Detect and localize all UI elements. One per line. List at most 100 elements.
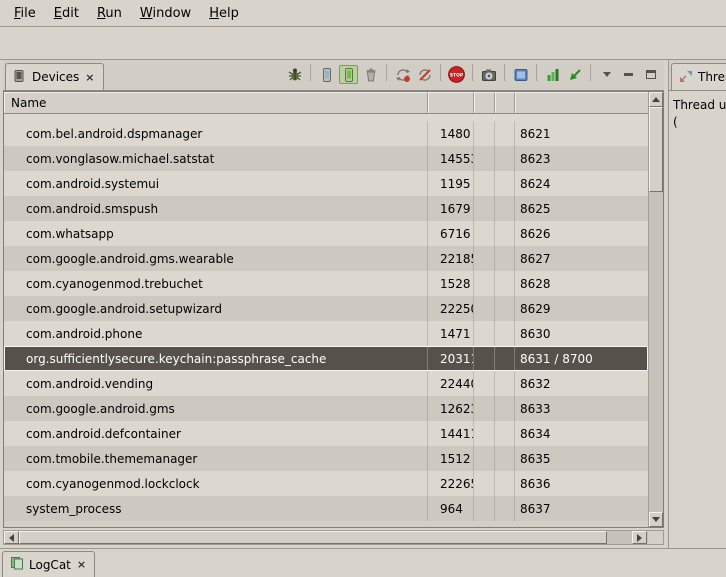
row-port: 8621 (515, 121, 648, 146)
row-blank-cell (474, 271, 495, 296)
threads-message-line1: Thread up (673, 97, 722, 114)
table-row[interactable]: com.cyanogenmod.trebuchet 1528 8628 (4, 271, 648, 296)
table-row[interactable]: com.whatsapp 6716 8626 (4, 221, 648, 246)
table-row[interactable]: com.android.phone 1471 8630 (4, 321, 648, 346)
start-profiling-icon[interactable] (565, 65, 584, 84)
table-row[interactable]: com.android.vending 22440 8632 (4, 371, 648, 396)
tab-logcat[interactable]: LogCat × (2, 551, 95, 577)
table-row[interactable]: com.android.defcontainer 14411 8634 (4, 421, 648, 446)
stop-process-icon[interactable]: STOP (447, 65, 466, 84)
menu-run[interactable]: Run (89, 3, 130, 24)
table-row[interactable]: com.google.android.setupwizard 22250 862… (4, 296, 648, 321)
row-pid: 1195 (428, 171, 474, 196)
stop-threads-icon[interactable] (415, 65, 434, 84)
row-port: 8625 (515, 196, 648, 221)
row-blank-cell (495, 146, 515, 171)
row-port: 8633 (515, 396, 648, 421)
menu-edit[interactable]: Edit (46, 3, 87, 24)
toolbar-separator (310, 64, 311, 81)
horizontal-scroll-thumb[interactable] (19, 531, 607, 544)
dump-hprof-icon[interactable] (317, 65, 336, 84)
row-process-name: com.google.android.gms (4, 396, 428, 421)
tab-threads[interactable]: Threads (671, 63, 726, 90)
row-blank-cell (474, 321, 495, 346)
minimize-icon[interactable] (619, 65, 638, 84)
capture-view-icon[interactable] (511, 65, 530, 84)
maximize-icon[interactable] (641, 65, 660, 84)
scroll-left-icon[interactable] (4, 531, 19, 544)
table-row[interactable]: com.bel.android.dspmanager 1480 8621 (4, 121, 648, 146)
tab-logcat-label: LogCat (29, 558, 71, 572)
row-blank-cell (495, 271, 515, 296)
menu-help[interactable]: Help (201, 3, 247, 24)
table-row[interactable]: com.android.smspush 1679 8625 (4, 196, 648, 221)
row-blank-cell (495, 321, 515, 346)
row-blank-cell (495, 171, 515, 196)
row-port: 8626 (515, 221, 648, 246)
row-process-name: org.sufficientlysecure.keychain:passphra… (4, 346, 428, 371)
scroll-right-icon[interactable] (632, 531, 647, 544)
scroll-down-icon[interactable] (649, 512, 663, 527)
table-row[interactable]: com.google.android.gms.wearable 22185 86… (4, 246, 648, 271)
screen-capture-icon[interactable] (479, 65, 498, 84)
row-pid: 1528 (428, 271, 474, 296)
row-blank-cell (474, 446, 495, 471)
row-pid: 22250 (428, 296, 474, 321)
tab-devices[interactable]: Devices × (5, 63, 104, 90)
row-port: 8629 (515, 296, 648, 321)
row-blank-cell (495, 221, 515, 246)
table-row[interactable]: org.sufficientlysecure.keychain:passphra… (4, 346, 648, 371)
scroll-up-icon[interactable] (649, 92, 663, 107)
table-row[interactable]: com.google.android.gms 12623 8633 (4, 396, 648, 421)
cause-gc-icon[interactable] (361, 65, 380, 84)
horizontal-scrollbar[interactable] (3, 530, 664, 545)
table-row[interactable]: com.android.systemui 1195 8624 (4, 171, 648, 196)
row-pid: 14411 (428, 421, 474, 446)
row-blank-cell (474, 121, 495, 146)
row-pid: 22265 (428, 471, 474, 496)
vertical-scroll-thumb[interactable] (649, 107, 663, 192)
method-profiling-icon[interactable] (543, 65, 562, 84)
horizontal-scroll-track[interactable] (607, 531, 632, 544)
row-process-name: com.android.defcontainer (4, 421, 428, 446)
tab-threads-label: Threads (698, 70, 726, 84)
row-pid: 22185 (428, 246, 474, 271)
menu-file[interactable]: File (6, 3, 44, 24)
table-row[interactable]: com.vonglasow.michael.satstat 14553 8623 (4, 146, 648, 171)
threads-tabbar: Threads (669, 60, 726, 91)
row-blank-cell (474, 246, 495, 271)
row-port: 8632 (515, 371, 648, 396)
device-table-rows: com.bel.android.dspmanager 1480 8621 com… (4, 114, 648, 527)
close-icon[interactable]: × (84, 71, 95, 84)
view-menu-icon[interactable] (597, 65, 616, 84)
row-blank-cell (495, 121, 515, 146)
row-blank-cell (495, 246, 515, 271)
threads-message: Thread up ( (669, 91, 726, 137)
row-process-name: com.tmobile.thememanager (4, 446, 428, 471)
table-row[interactable]: system_process 964 8637 (4, 496, 648, 521)
row-process-name: com.bel.android.dspmanager (4, 121, 428, 146)
row-port: 8637 (515, 496, 648, 521)
update-heap-icon[interactable] (339, 65, 358, 84)
close-icon[interactable]: × (76, 558, 87, 571)
update-threads-icon[interactable] (393, 65, 412, 84)
toolbar-separator (504, 64, 505, 81)
table-row[interactable]: com.tmobile.thememanager 1512 8635 (4, 446, 648, 471)
column-header-pid (428, 92, 474, 113)
column-header-port (515, 92, 663, 113)
row-blank-cell (474, 346, 495, 371)
logcat-bar: LogCat × (0, 548, 726, 577)
menu-window[interactable]: Window (132, 3, 199, 24)
row-port: 8636 (515, 471, 648, 496)
ddms-window: File Edit Run Window Help Devices × (0, 0, 726, 577)
row-port: 8623 (515, 146, 648, 171)
vertical-scrollbar[interactable] (648, 92, 663, 527)
debug-process-icon[interactable] (285, 65, 304, 84)
row-process-name: com.android.phone (4, 321, 428, 346)
row-port: 8630 (515, 321, 648, 346)
column-header-blank1 (474, 92, 495, 113)
row-port: 8624 (515, 171, 648, 196)
row-pid: 14553 (428, 146, 474, 171)
table-row[interactable]: com.cyanogenmod.lockclock 22265 8636 (4, 471, 648, 496)
toolbar-separator (536, 64, 537, 81)
